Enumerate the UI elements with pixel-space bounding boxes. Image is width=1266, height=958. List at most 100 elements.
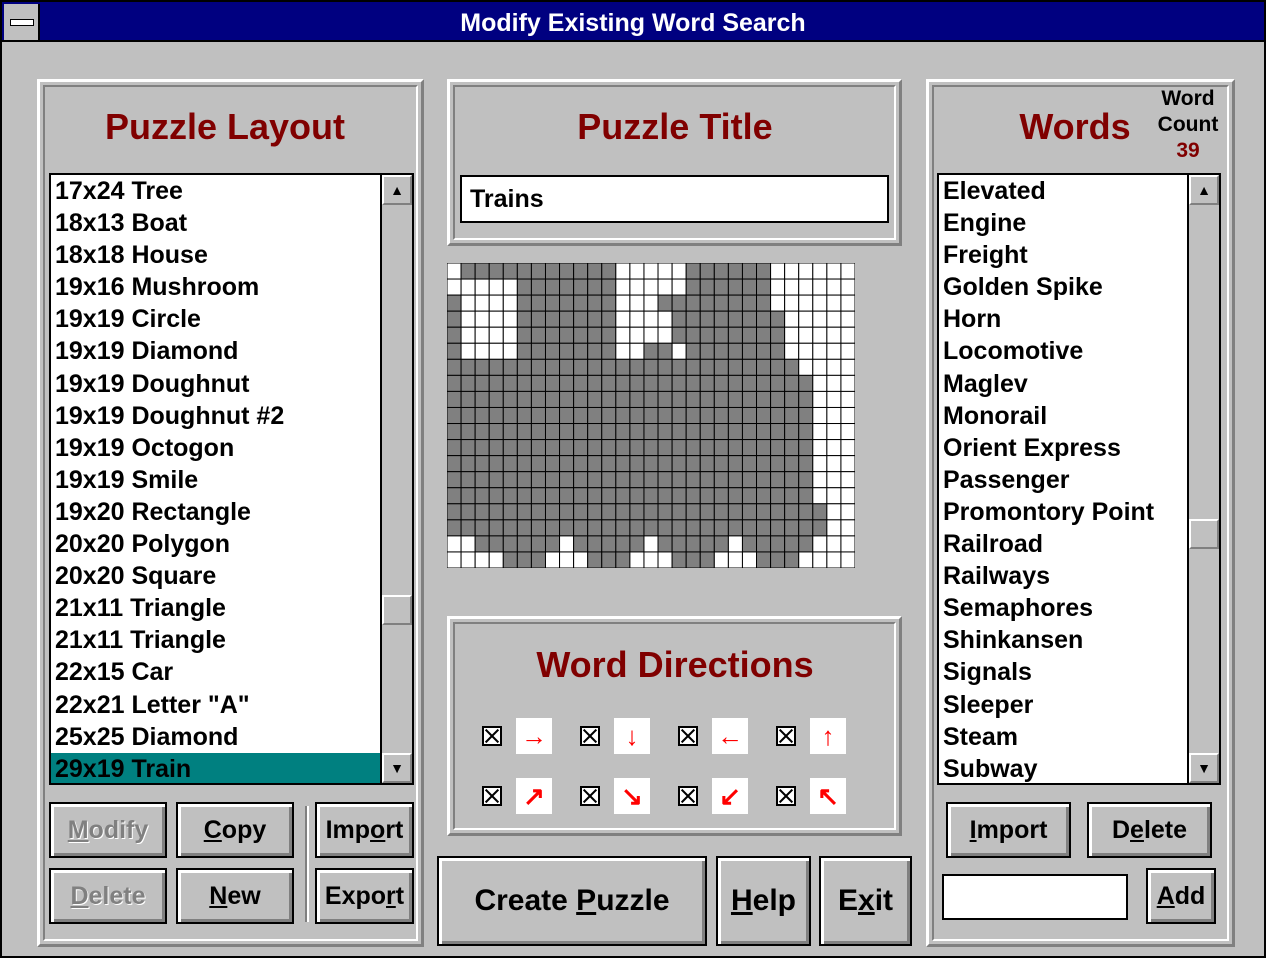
direction-checkbox[interactable]: [776, 726, 796, 746]
direction-option[interactable]: ↖: [776, 778, 846, 814]
word-item[interactable]: Subway: [939, 753, 1219, 783]
word-directions-heading: Word Directions: [536, 644, 814, 685]
window-title: Modify Existing Word Search: [460, 9, 806, 37]
layout-scrollbar[interactable]: ▲ ▼: [380, 175, 412, 783]
copy-label: opy: [221, 816, 267, 844]
exit-button[interactable]: Exit: [819, 856, 912, 946]
layout-item[interactable]: 19x19 Doughnut: [51, 368, 412, 400]
modify-layout-button[interactable]: Modify: [49, 802, 167, 858]
copy-layout-button[interactable]: Copy: [176, 802, 294, 858]
direction-arrow-icon: ↘: [614, 778, 650, 814]
title-bar: Modify Existing Word Search: [0, 0, 1266, 42]
direction-checkbox[interactable]: [580, 726, 600, 746]
scroll-thumb[interactable]: [382, 595, 412, 625]
scroll-down-icon[interactable]: ▼: [382, 753, 412, 783]
word-item[interactable]: Railroad: [939, 528, 1219, 560]
button-divider: [305, 806, 309, 922]
delete-word-button[interactable]: Delete: [1087, 802, 1212, 858]
direction-arrow-icon: ↑: [810, 718, 846, 754]
word-item[interactable]: Promontory Point: [939, 496, 1219, 528]
word-item[interactable]: Golden Spike: [939, 271, 1219, 303]
puzzle-title-input[interactable]: Trains: [460, 175, 889, 223]
words-heading: Words: [1019, 106, 1131, 147]
word-item[interactable]: Signals: [939, 656, 1219, 688]
puzzle-layout-heading: Puzzle Layout: [104, 106, 346, 147]
create-puzzle-button[interactable]: Create Puzzle: [437, 856, 707, 946]
word-item[interactable]: Locomotive: [939, 335, 1219, 367]
direction-checkbox[interactable]: [678, 726, 698, 746]
word-item[interactable]: Elevated: [939, 175, 1219, 207]
layout-item[interactable]: 25x25 Diamond: [51, 721, 412, 753]
puzzle-grid-preview: [447, 263, 855, 568]
word-item[interactable]: Passenger: [939, 464, 1219, 496]
layout-item[interactable]: 17x24 Tree: [51, 175, 412, 207]
layout-item[interactable]: 19x19 Diamond: [51, 335, 412, 367]
layout-list-items: 17x24 Tree 18x13 Boat 18x18 House 19x16 Mus…: [51, 175, 412, 783]
layout-item[interactable]: 19x19 Circle: [51, 303, 412, 335]
layout-item[interactable]: 21x11 Triangle: [51, 624, 412, 656]
delete-layout-button[interactable]: Delete: [49, 868, 167, 924]
layout-item[interactable]: 19x16 Mushroom: [51, 271, 412, 303]
word-item[interactable]: Railways: [939, 560, 1219, 592]
direction-row-2: ↗ ↘ ↙ ↖: [482, 778, 874, 814]
words-scrollbar[interactable]: ▲ ▼: [1187, 175, 1219, 783]
word-count-label-1: Word: [1161, 87, 1215, 110]
word-item[interactable]: Freight: [939, 239, 1219, 271]
help-button[interactable]: Help: [716, 856, 811, 946]
direction-arrow-icon: ↗: [516, 778, 552, 814]
direction-option[interactable]: ↓: [580, 718, 650, 754]
direction-option[interactable]: ↘: [580, 778, 650, 814]
word-list-items: Elevated Engine Freight Golden Spike Horn Loc…: [939, 175, 1219, 783]
layout-item[interactable]: 20x20 Polygon: [51, 528, 412, 560]
word-item[interactable]: Steam: [939, 721, 1219, 753]
word-item[interactable]: Shinkansen: [939, 624, 1219, 656]
layout-item[interactable]: 19x20 Rectangle: [51, 496, 412, 528]
layout-item[interactable]: 18x18 House: [51, 239, 412, 271]
word-item[interactable]: Sleeper: [939, 689, 1219, 721]
layout-item[interactable]: 19x19 Octogon: [51, 432, 412, 464]
scroll-up-icon[interactable]: ▲: [382, 175, 412, 205]
direction-checkbox[interactable]: [678, 786, 698, 806]
import-words-button[interactable]: Import: [946, 802, 1071, 858]
direction-option[interactable]: ←: [678, 718, 748, 754]
word-item[interactable]: Horn: [939, 303, 1219, 335]
direction-option[interactable]: ↑: [776, 718, 846, 754]
word-item[interactable]: Monorail: [939, 400, 1219, 432]
direction-arrow-icon: ↓: [614, 718, 650, 754]
new-layout-button[interactable]: New: [176, 868, 294, 924]
direction-checkbox[interactable]: [482, 726, 502, 746]
word-item[interactable]: Engine: [939, 207, 1219, 239]
add-word-input[interactable]: [942, 874, 1128, 920]
direction-arrow-icon: ↖: [810, 778, 846, 814]
modify-label: odify: [88, 816, 149, 844]
word-item[interactable]: Semaphores: [939, 592, 1219, 624]
word-count-value: 39: [1176, 139, 1200, 162]
import-layout-button[interactable]: Import: [315, 802, 414, 858]
direction-option[interactable]: ↗: [482, 778, 552, 814]
export-layout-button[interactable]: Export: [315, 868, 414, 924]
direction-option[interactable]: →: [482, 718, 552, 754]
layout-item[interactable]: 29x19 Train: [51, 752, 412, 783]
direction-arrow-icon: ←: [712, 718, 748, 754]
scroll-thumb[interactable]: [1189, 519, 1219, 549]
layout-listbox[interactable]: 17x24 Tree 18x13 Boat 18x18 House 19x16 Mus…: [49, 173, 414, 785]
add-word-button[interactable]: Add: [1146, 868, 1216, 924]
direction-arrow-icon: →: [516, 718, 552, 754]
direction-checkbox[interactable]: [580, 786, 600, 806]
layout-item[interactable]: 19x19 Doughnut #2: [51, 400, 412, 432]
layout-item[interactable]: 21x11 Triangle: [51, 592, 412, 624]
word-item[interactable]: Maglev: [939, 368, 1219, 400]
scroll-up-icon[interactable]: ▲: [1189, 175, 1219, 205]
words-listbox[interactable]: Elevated Engine Freight Golden Spike Horn Loc…: [937, 173, 1221, 785]
scroll-down-icon[interactable]: ▼: [1189, 753, 1219, 783]
layout-item[interactable]: 22x15 Car: [51, 656, 412, 688]
layout-item[interactable]: 20x20 Square: [51, 560, 412, 592]
layout-item[interactable]: 19x19 Smile: [51, 464, 412, 496]
direction-option[interactable]: ↙: [678, 778, 748, 814]
layout-item[interactable]: 22x21 Letter "A": [51, 689, 412, 721]
layout-item[interactable]: 18x13 Boat: [51, 207, 412, 239]
system-menu-button[interactable]: [4, 4, 40, 40]
direction-checkbox[interactable]: [482, 786, 502, 806]
direction-checkbox[interactable]: [776, 786, 796, 806]
word-item[interactable]: Orient Express: [939, 432, 1219, 464]
